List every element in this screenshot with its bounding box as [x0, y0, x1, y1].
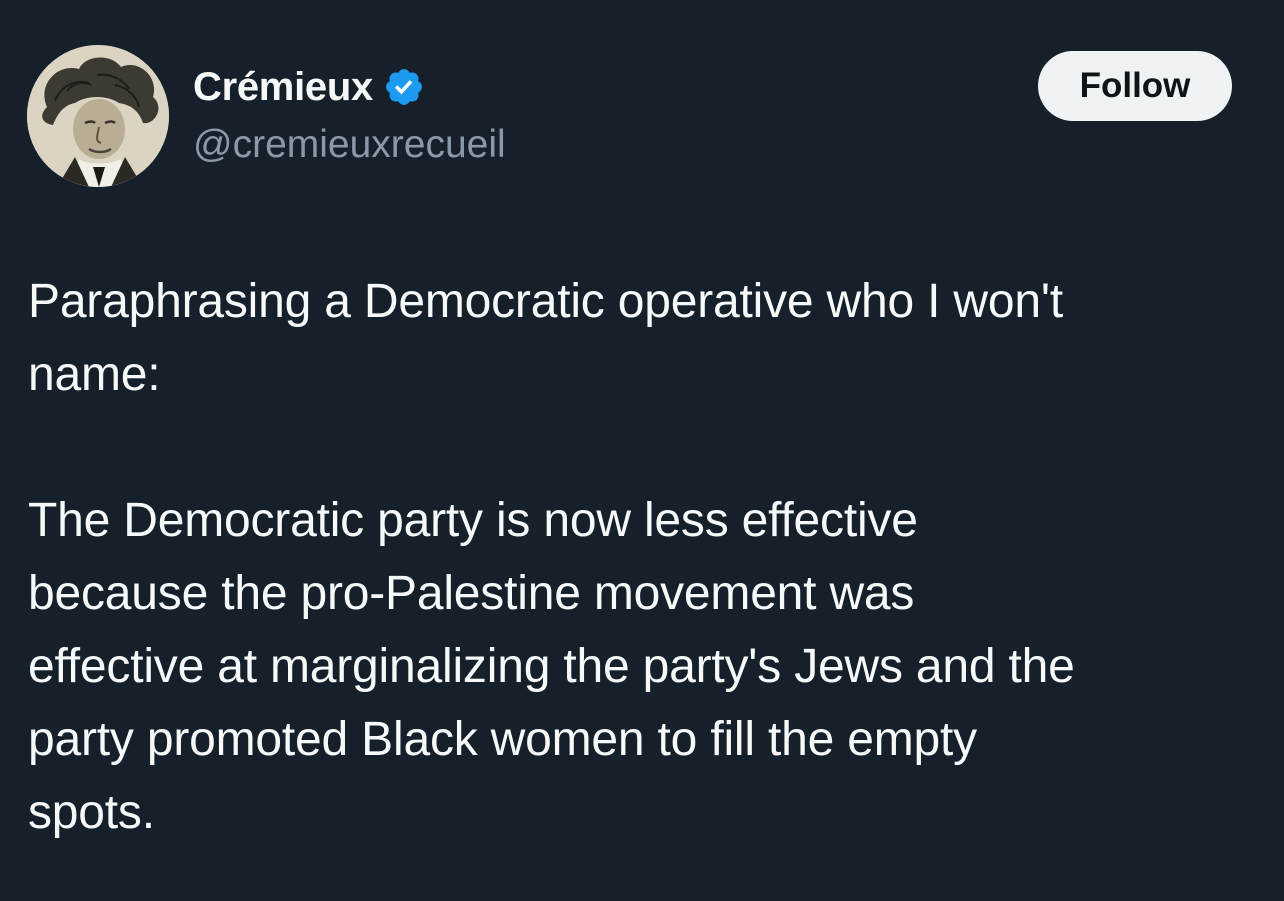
tweet-line: because the pro-Palestine movement was: [28, 567, 915, 620]
author-display-name[interactable]: Crémieux: [193, 65, 373, 110]
tweet-paragraph: The Democratic party is now less effecti…: [28, 484, 1258, 849]
tweet-card: Crémieux @cremieuxrecueil Follow Paraphr…: [0, 0, 1284, 901]
author-handle[interactable]: @cremieuxrecueil: [193, 123, 506, 167]
tweet-line: party promoted Black women to fill the e…: [28, 713, 977, 766]
follow-button[interactable]: Follow: [1038, 51, 1232, 121]
portrait-caricature-avatar: [27, 45, 169, 187]
tweet-line: The Democratic party is now less effecti…: [28, 494, 918, 547]
tweet-line: effective at marginalizing the party's J…: [28, 640, 1075, 693]
tweet-line: spots.: [28, 786, 155, 839]
avatar[interactable]: [27, 45, 169, 187]
tweet-line: Paraphrasing a Democratic operative who …: [28, 275, 1063, 328]
author-name-row: Crémieux: [193, 62, 425, 112]
verified-badge-icon[interactable]: [383, 66, 425, 108]
tweet-paragraph: Paraphrasing a Democratic operative who …: [28, 265, 1258, 411]
tweet-body: Paraphrasing a Democratic operative who …: [28, 265, 1258, 849]
tweet-line: name:: [28, 348, 161, 401]
